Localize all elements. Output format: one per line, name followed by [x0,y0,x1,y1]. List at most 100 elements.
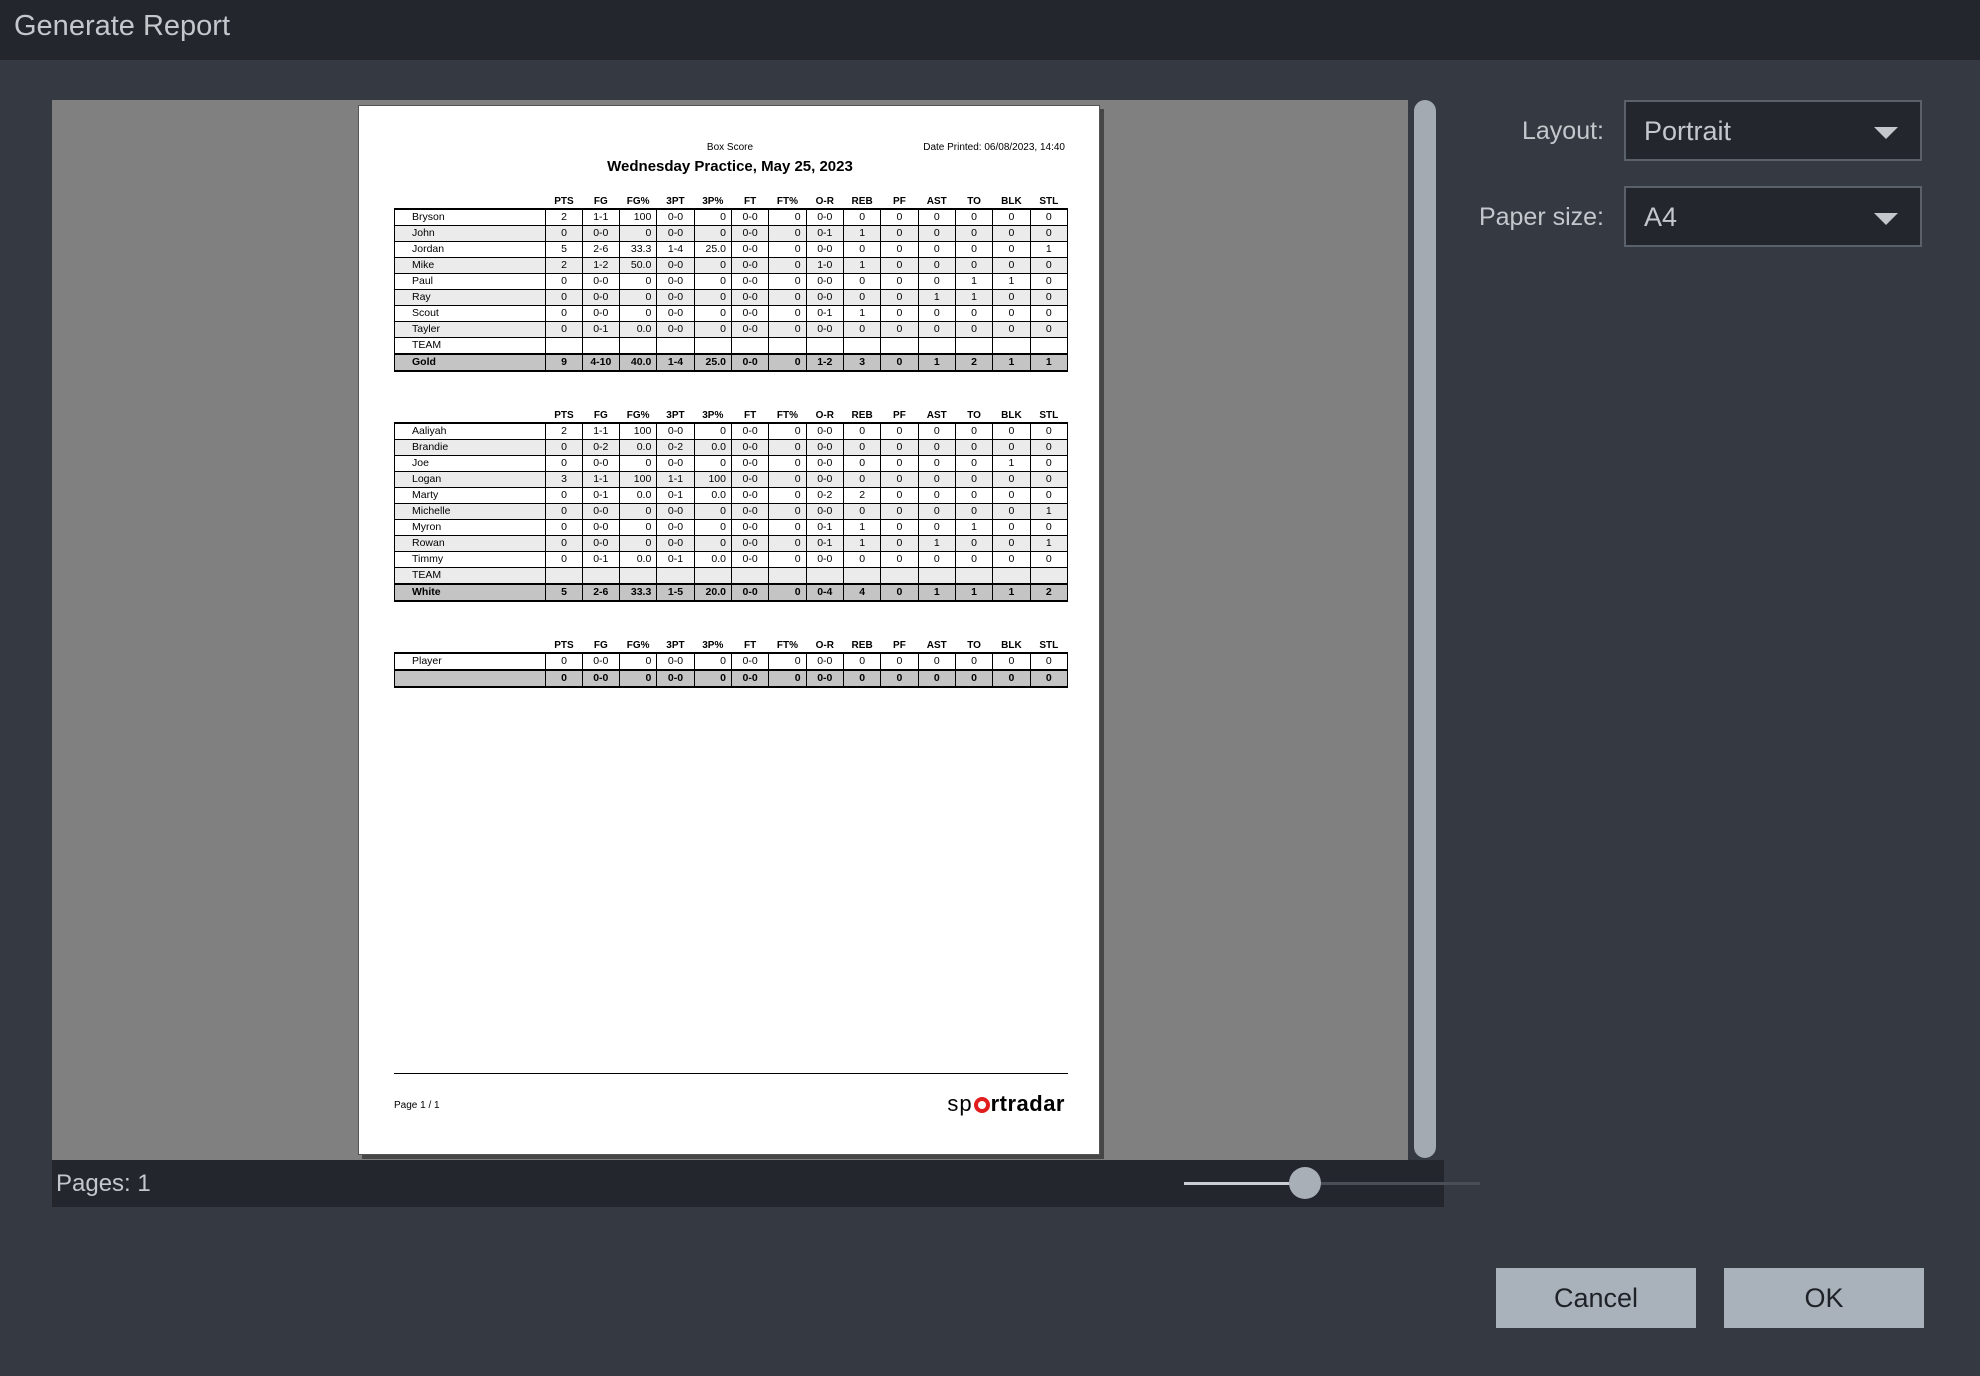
date-printed: Date Printed: 06/08/2023, 14:40 [923,142,1065,153]
column-header: FG% [626,639,650,651]
stat-cell: 0 [954,225,994,242]
stat-cell: 0 [768,353,807,372]
stat-cell: 0-0 [805,439,844,456]
stat-cell: 1 [917,535,956,552]
column-header: FG% [626,409,650,421]
stat-cell: 0 [992,503,1031,520]
column-header: STL [1039,639,1059,651]
stat-cell: 0-0 [656,305,695,322]
report-page: Box Score Date Printed: 06/08/2023, 14:4… [358,105,1100,1155]
logo-o-icon [973,1097,990,1113]
column-header: TO [967,409,981,421]
stat-cell: 0 [992,208,1031,226]
stat-cell: 0 [1029,439,1069,456]
column-header: PF [893,639,906,651]
stat-cell: 0-0 [656,422,695,440]
vertical-scrollbar[interactable] [1414,100,1436,1158]
stat-cell: 0-0 [581,503,620,520]
stat-cell: 0.0 [693,487,732,504]
table-row: Aaliyah 2 1-1 100 0-0 0 0-0 0 0-0 0 0 0 0 0 0 [393,422,1069,440]
stat-cell: 0 [618,273,658,290]
stat-cell: 0-0 [730,353,770,372]
stat-cell: 0 [880,652,919,671]
stat-cell: 0 [880,455,919,472]
column-header: BLK [1001,639,1022,651]
stat-cell: 0-0 [730,503,770,520]
stat-cell: 2 [545,208,583,226]
stat-cell: 0 [1029,208,1069,226]
stat-cell: 0 [693,503,732,520]
stat-cell: 1-1 [581,208,620,226]
zoom-slider-thumb[interactable] [1289,1167,1322,1199]
stat-cell [805,337,844,355]
report-preview[interactable]: Box Score Date Printed: 06/08/2023, 14:4… [52,100,1408,1160]
stat-cell: 0 [545,305,583,322]
stat-cell: 0 [693,289,732,306]
column-header: PF [893,409,906,421]
table-row: Paul 0 0-0 0 0-0 0 0-0 0 0-0 0 0 0 1 1 0 [393,273,1069,290]
stat-cell: 0-2 [656,439,695,456]
stat-cell: 0 [992,289,1031,306]
stat-cell: 1 [842,519,882,536]
stat-cell: 0 [545,669,583,688]
stat-cell: 33.3 [618,241,658,258]
stat-cell: 0-0 [581,289,620,306]
stat-cell: 0 [954,455,994,472]
stat-cell: 0 [954,321,994,338]
stat-cell: 0-0 [656,652,695,671]
stat-cell: 0-0 [656,535,695,552]
chevron-down-icon [1874,213,1898,225]
stat-cell: 0 [992,652,1031,671]
table-row: Rowan 0 0-0 0 0-0 0 0-0 0 0-1 1 0 1 0 0 1 [393,535,1069,552]
stat-cell [880,567,919,585]
layout-select[interactable]: Portrait [1624,100,1922,161]
player-name: Mike [393,257,547,274]
player-name: Player [393,652,547,671]
stat-cell: 1 [954,289,994,306]
stat-cell: 0 [693,535,732,552]
table-row: Player 0 0-0 0 0-0 0 0-0 0 0-0 0 0 0 0 0 0 [393,652,1069,671]
stat-cell: 0 [880,289,919,306]
stat-cell: 0 [618,305,658,322]
stat-cell: 0 [917,273,956,290]
stat-cell: 0 [768,455,807,472]
stat-cell: 0 [618,519,658,536]
player-name: Brandie [393,439,547,456]
ok-button[interactable]: OK [1724,1268,1924,1328]
stat-cell: 0 [618,503,658,520]
stat-cell: 0 [693,305,732,322]
stat-cell: 0-0 [730,471,770,488]
column-header: FG [593,639,608,651]
stat-cell: 0 [917,669,956,688]
stat-cell: 5 [545,583,583,602]
window-title: Generate Report [14,10,231,42]
stat-cell: 0 [768,503,807,520]
player-name: Rowan [393,535,547,552]
stat-cell: 0 [842,439,882,456]
stat-cell: 0-0 [805,422,844,440]
stat-cell: 3 [842,353,882,372]
stat-cell: 1 [954,519,994,536]
stat-cell: 0 [880,487,919,504]
stat-cell: 25.0 [693,353,732,372]
stat-cell: 1-4 [656,241,695,258]
stat-cell: 0-0 [730,439,770,456]
stat-cell: 0.0 [618,439,658,456]
table-header-row: PTS FG FG% 3PT 3P% FT FT% O-R REB PF AST TO BLK STL [395,408,1068,423]
stat-cell: 0 [992,305,1031,322]
paper-size-select[interactable]: A4 [1624,186,1922,247]
stat-cell [545,567,583,585]
box-score-table: PTS FG FG% 3PT 3P% FT FT% O-R REB PF AST TO BLK STL Br… [393,194,1069,372]
stat-cell: 0 [880,439,919,456]
table-row: John 0 0-0 0 0-0 0 0-0 0 0-1 1 0 0 0 0 0 [393,225,1069,242]
cancel-button[interactable]: Cancel [1496,1268,1696,1328]
table-header-row: PTS FG FG% 3PT 3P% FT FT% O-R REB PF AST TO BLK STL [395,194,1068,209]
stat-cell: 2 [1029,583,1069,602]
stat-cell: 0 [1029,305,1069,322]
stat-cell: 0 [954,471,994,488]
stat-cell: 0 [618,669,658,688]
stat-cell [805,567,844,585]
report-title: Wednesday Practice, May 25, 2023 [607,158,853,175]
stat-cell: 0 [693,422,732,440]
box-score-table: PTS FG FG% 3PT 3P% FT FT% O-R REB PF AST TO BLK STL Pl… [393,638,1069,688]
